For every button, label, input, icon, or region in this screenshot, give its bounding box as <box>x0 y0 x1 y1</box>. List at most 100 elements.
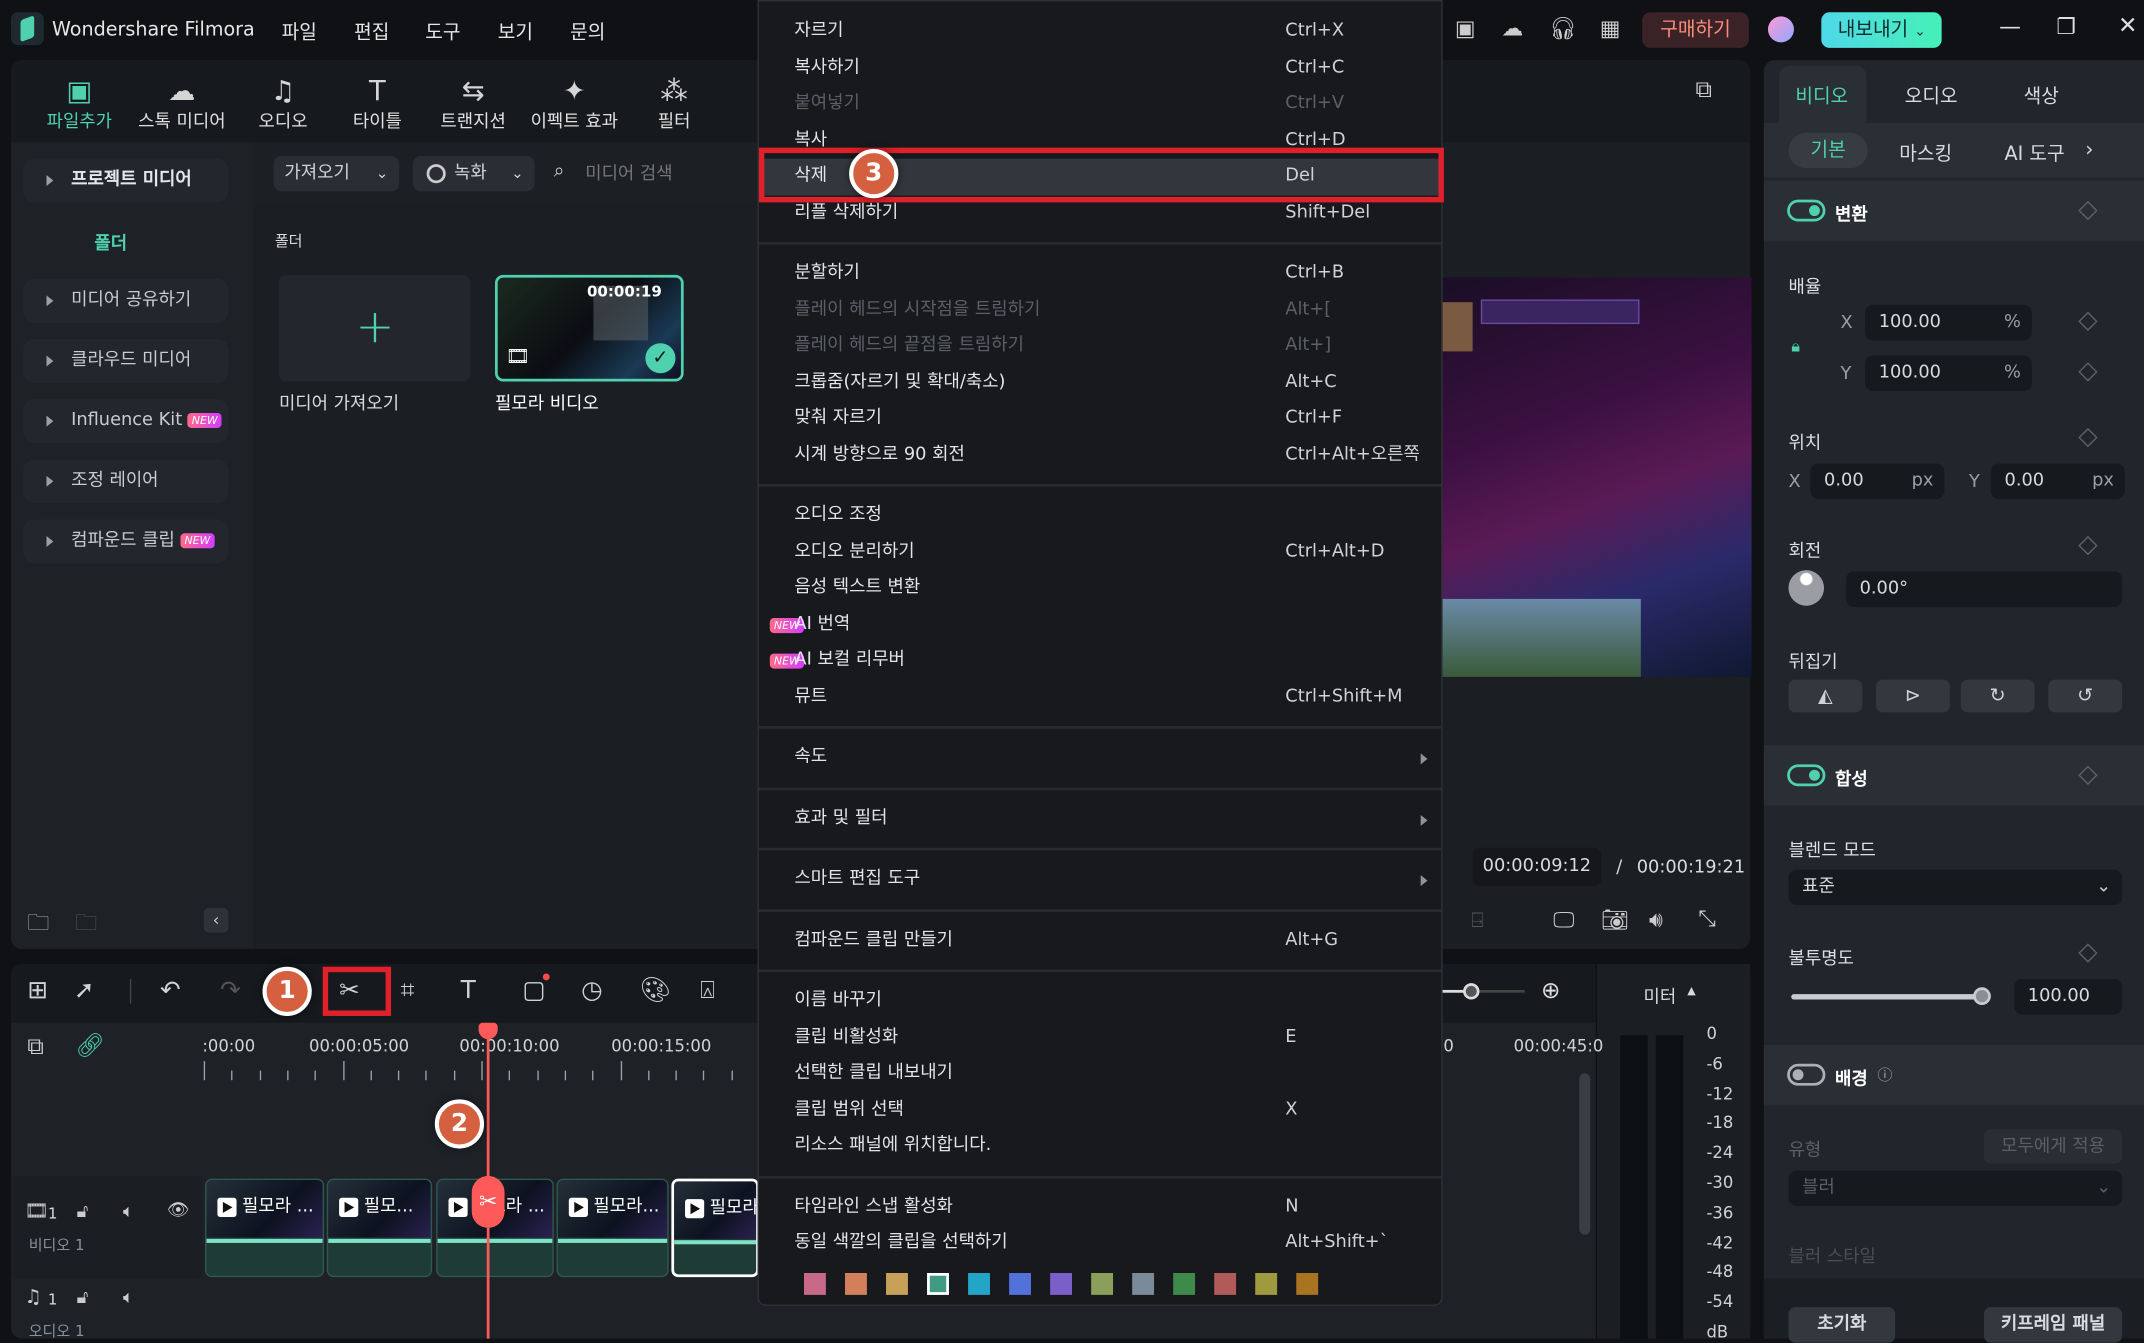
menu-item[interactable]: 음성 텍스트 변환 <box>759 570 1441 606</box>
toolbar-tab-5[interactable]: ✦ 이펙트 효과 <box>525 74 623 133</box>
media-search-input[interactable] <box>585 155 750 192</box>
apply-to-all-button[interactable]: 모두에게 적용 <box>1984 1129 2123 1164</box>
speed-icon[interactable]: ◷ <box>581 976 602 1005</box>
remove-folder-icon[interactable]: 🗀︎ <box>75 908 97 945</box>
menu-help[interactable]: 문의 <box>570 18 605 45</box>
menu-view[interactable]: 보기 <box>498 18 533 45</box>
rotation-input[interactable]: 0.00° <box>1845 571 2123 608</box>
menu-item[interactable]: 분할하기 Ctrl+B <box>759 256 1441 292</box>
save-icon[interactable]: ▣ <box>1455 15 1476 41</box>
layout-icon[interactable]: ⊞ <box>27 976 48 1005</box>
sidebar-item-2[interactable]: Influence Kit NEW <box>23 399 229 444</box>
color-swatch[interactable] <box>1050 1272 1073 1295</box>
color-swatch[interactable] <box>1091 1272 1114 1295</box>
keyframe-panel-button[interactable]: 키프레임 패널 <box>1984 1307 2123 1343</box>
sidebar-item-4[interactable]: 컴파운드 클립 NEW <box>23 519 229 564</box>
lock-icon[interactable]: 🔓︎ <box>77 1202 89 1223</box>
color-swatch[interactable] <box>968 1272 990 1295</box>
reset-button[interactable]: 초기화 <box>1788 1307 1896 1343</box>
shape-icon[interactable]: ▢ <box>522 976 545 1005</box>
meter-dropdown[interactable]: 미터 <box>1644 982 1677 1008</box>
blend-mode-select[interactable]: 표준 ⌄ <box>1788 869 2123 906</box>
color-swatch[interactable] <box>1132 1272 1155 1295</box>
subtab-masking[interactable]: 마스킹 <box>1899 139 1952 166</box>
sidebar-item-1[interactable]: 클라우드 미디어 <box>23 339 229 383</box>
rotate-clockwise-button[interactable]: ↻ <box>1960 679 2035 713</box>
cloud-upload-icon[interactable]: ☁ <box>1501 15 1523 41</box>
help-icon[interactable]: ⓘ <box>1877 1064 1892 1086</box>
color-swatch[interactable] <box>1173 1272 1196 1295</box>
subtab-basic[interactable]: 기본 <box>1788 132 1868 169</box>
chevron-right-icon[interactable]: › <box>2085 137 2093 162</box>
sidebar-item-0[interactable]: 미디어 공유하기 <box>23 278 229 323</box>
menu-item[interactable]: 이름 바꾸기 <box>759 983 1441 1019</box>
color-swatch[interactable] <box>1214 1272 1237 1295</box>
toolbar-tab-2[interactable]: ♫ 오디오 <box>234 74 332 133</box>
menu-item[interactable]: 복사하기 Ctrl+C <box>759 50 1441 86</box>
menu-item[interactable]: 오디오 조정 <box>759 498 1441 534</box>
menu-item[interactable]: 타임라인 스냅 활성화 N <box>759 1189 1441 1225</box>
scale-x-input[interactable]: 100.00% <box>1865 304 2032 341</box>
timeline-clip[interactable]: 필모... <box>326 1178 433 1278</box>
close-icon[interactable]: ✕ <box>2118 12 2137 39</box>
video-tile[interactable]: 00:00:19 🎞︎ ✓ <box>494 274 684 382</box>
menu-edit[interactable]: 편집 <box>354 18 389 45</box>
transform-toggle[interactable] <box>1787 199 1826 222</box>
color-swatch[interactable] <box>845 1272 867 1295</box>
display-icon[interactable]: 🖵︎ <box>1553 907 1574 934</box>
background-type-select[interactable]: 블러 ⌄ <box>1788 1170 2123 1207</box>
menu-item[interactable]: 속도 <box>759 740 1441 776</box>
track-volume-icon[interactable]: 🔈︎ <box>123 1288 134 1309</box>
eye-icon[interactable]: 👁︎ <box>167 1201 190 1222</box>
color-swatch[interactable] <box>927 1272 949 1295</box>
timeline-scrollbar[interactable] <box>1579 1073 1591 1235</box>
export-button[interactable]: 내보내기 ⌄ <box>1821 12 1942 48</box>
tab-color[interactable]: 색상 <box>2024 82 2059 109</box>
undo-icon[interactable]: ↶ <box>160 976 181 1005</box>
volume-icon[interactable]: 🔊︎ <box>1649 907 1663 934</box>
record-dropdown[interactable]: 녹화 ⌄ <box>412 155 535 192</box>
menu-file[interactable]: 파일 <box>282 18 317 45</box>
marker-icon[interactable]: ⍈ <box>1471 908 1483 933</box>
background-toggle[interactable] <box>1787 1063 1826 1086</box>
menu-item[interactable]: 선택한 클립 내보내기 <box>759 1056 1441 1092</box>
color-swatch[interactable] <box>804 1272 826 1295</box>
toolbar-tab-0[interactable]: ▣ 파일추가 <box>30 74 128 133</box>
menu-item[interactable]: 오디오 분리하기 Ctrl+Alt+D <box>759 534 1441 570</box>
track-volume-icon[interactable]: 🔈︎ <box>123 1202 134 1223</box>
menu-item[interactable]: 동일 색깔의 클립을 선택하기 Alt+Shift+` <box>759 1225 1441 1261</box>
avatar[interactable] <box>1767 16 1794 43</box>
flip-vertical-button[interactable]: ⊳ <box>1876 679 1950 713</box>
import-media-tile[interactable]: + <box>278 274 471 382</box>
aspect-lock-icon[interactable]: 🔒︎ <box>1791 336 1800 357</box>
color-swatch[interactable] <box>1296 1272 1319 1295</box>
import-dropdown[interactable]: 가져오기 ⌄ <box>273 155 400 192</box>
color-swatch[interactable] <box>886 1272 908 1295</box>
position-x-input[interactable]: 0.00 px <box>1810 463 1945 500</box>
playhead-split-icon[interactable]: ✂ <box>471 1175 505 1228</box>
toolbar-tab-1[interactable]: ☁ 스톡 미디어 <box>133 74 231 133</box>
scale-y-input[interactable]: 100.00% <box>1865 355 2032 392</box>
grid-icon[interactable]: ▦ <box>1600 15 1621 41</box>
menu-tools[interactable]: 도구 <box>425 18 460 45</box>
color-swatch[interactable] <box>1255 1272 1278 1295</box>
flip-horizontal-button[interactable]: ◭ <box>1788 679 1863 713</box>
menu-item[interactable]: 자르기 Ctrl+X <box>759 14 1441 50</box>
snapshot-icon[interactable]: 📷︎ <box>1601 907 1629 933</box>
opacity-slider[interactable] <box>1791 987 1991 1006</box>
rotation-dial[interactable] <box>1788 570 1825 606</box>
menu-item[interactable]: NEW AI 번역 <box>759 606 1441 642</box>
redo-icon[interactable]: ↷ <box>220 976 241 1005</box>
lock-icon[interactable]: 🔓︎ <box>77 1288 89 1309</box>
color-palette-icon[interactable]: 🎨︎ <box>640 976 671 1005</box>
preview-video[interactable] <box>1442 277 1752 677</box>
zoom-in-icon[interactable]: ⊕ <box>1541 978 1560 1005</box>
menu-item[interactable]: 효과 및 필터 <box>759 801 1441 837</box>
menu-item[interactable]: 리소스 패널에 위치합니다. <box>759 1128 1441 1164</box>
headset-icon[interactable]: 🎧︎ <box>1549 15 1577 41</box>
restore-icon[interactable]: ❐ <box>2056 14 2076 40</box>
zoom-slider[interactable] <box>1442 983 1525 1000</box>
crop-icon[interactable]: ⌗ <box>401 976 415 1005</box>
menu-item[interactable]: NEW AI 보컬 리무버 <box>759 643 1441 679</box>
presentation-icon[interactable]: ⍓ <box>700 976 715 1005</box>
